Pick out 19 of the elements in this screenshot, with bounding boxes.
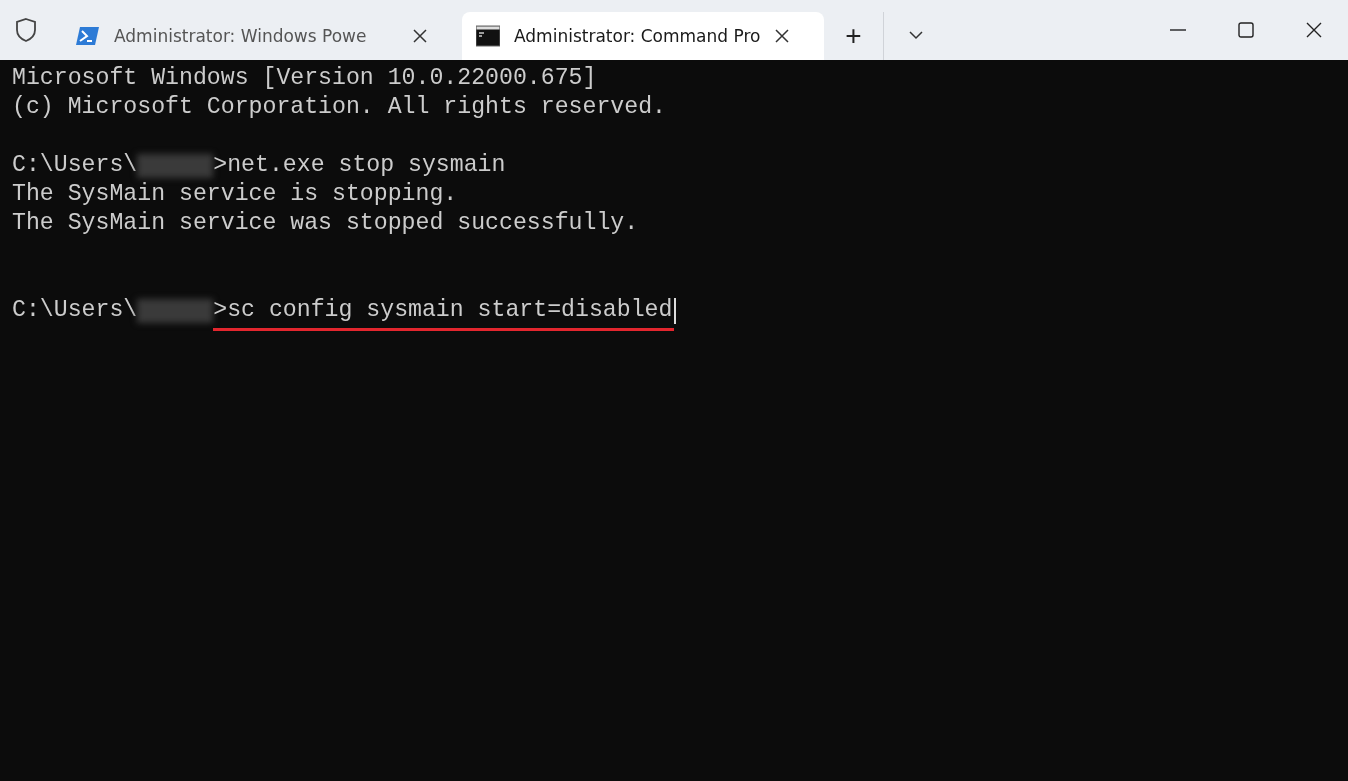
- output-text: The SysMain service is stopping.: [12, 180, 458, 209]
- command-text: >net.exe stop sysmain: [213, 151, 507, 180]
- close-icon[interactable]: [412, 28, 428, 44]
- prompt-path: C:\Users\: [12, 151, 138, 180]
- maximize-icon[interactable]: [1238, 22, 1254, 38]
- close-icon[interactable]: [774, 28, 791, 44]
- tab[interactable]: Administrator: Windows Powe: [62, 12, 462, 60]
- new-tab-button[interactable]: +: [824, 12, 884, 60]
- tab[interactable]: Administrator: Command Pro: [462, 12, 824, 60]
- powershell-icon: [76, 25, 100, 47]
- prompt-path: C:\Users\: [12, 296, 138, 325]
- shield-icon[interactable]: [14, 17, 38, 43]
- terminal-icon: [476, 25, 500, 47]
- output-text: The SysMain service was stopped successfully.: [12, 209, 639, 238]
- output-text: Microsoft Windows [Version 10.0.22000.675]: [12, 64, 597, 93]
- command-text: >sc config sysmain start=disabled: [213, 296, 675, 331]
- output-text: (c) Microsoft Corporation. All rights reserved.: [12, 93, 666, 122]
- caret-icon[interactable]: [909, 30, 923, 40]
- close-icon[interactable]: [1306, 22, 1322, 38]
